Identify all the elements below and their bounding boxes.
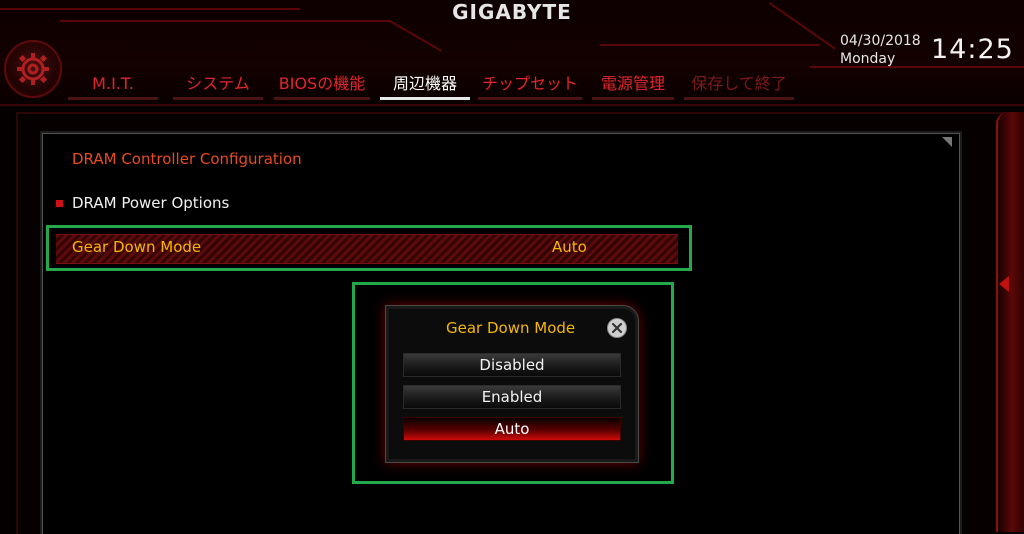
date-text: 04/30/2018 — [840, 33, 921, 49]
tab-label: システム — [186, 74, 250, 93]
tab-mit[interactable]: M.I.T. — [68, 70, 158, 100]
bullet-icon — [56, 200, 63, 207]
annotation-box-row — [46, 225, 692, 271]
tab-label: チップセット — [481, 74, 578, 93]
tab-label: 周辺機器 — [392, 74, 457, 93]
time-display: 14:25 — [931, 34, 1014, 65]
section-title: DRAM Controller Configuration — [72, 150, 302, 168]
date-display: 04/30/2018 Monday — [840, 32, 921, 68]
tab-label: 保存して終了 — [691, 74, 787, 93]
tab-bios-features[interactable]: BIOSの機能 — [274, 70, 370, 100]
scroll-arrow-icon[interactable] — [999, 276, 1009, 292]
tab-label: M.I.T. — [92, 74, 134, 93]
main-nav: M.I.T. システム BIOSの機能 周辺機器 チップセット 電源管理 保存し… — [68, 70, 798, 102]
tab-chipset[interactable]: チップセット — [478, 70, 582, 100]
brand-logo: GIGABYTE — [452, 0, 572, 24]
weekday-text: Monday — [840, 51, 896, 67]
tab-label: 電源管理 — [600, 74, 665, 93]
tab-peripherals[interactable]: 周辺機器 — [380, 70, 470, 100]
gear-icon[interactable] — [4, 40, 62, 98]
right-rail — [996, 112, 1024, 532]
dram-power-options-link[interactable]: DRAM Power Options — [72, 194, 229, 212]
tab-power-management[interactable]: 電源管理 — [592, 70, 674, 100]
tab-label: BIOSの機能 — [278, 74, 366, 93]
annotation-box-dialog — [352, 282, 674, 484]
panel-corner-icon — [942, 137, 952, 147]
tab-system[interactable]: システム — [173, 70, 263, 100]
tab-save-exit[interactable]: 保存して終了 — [684, 70, 794, 100]
